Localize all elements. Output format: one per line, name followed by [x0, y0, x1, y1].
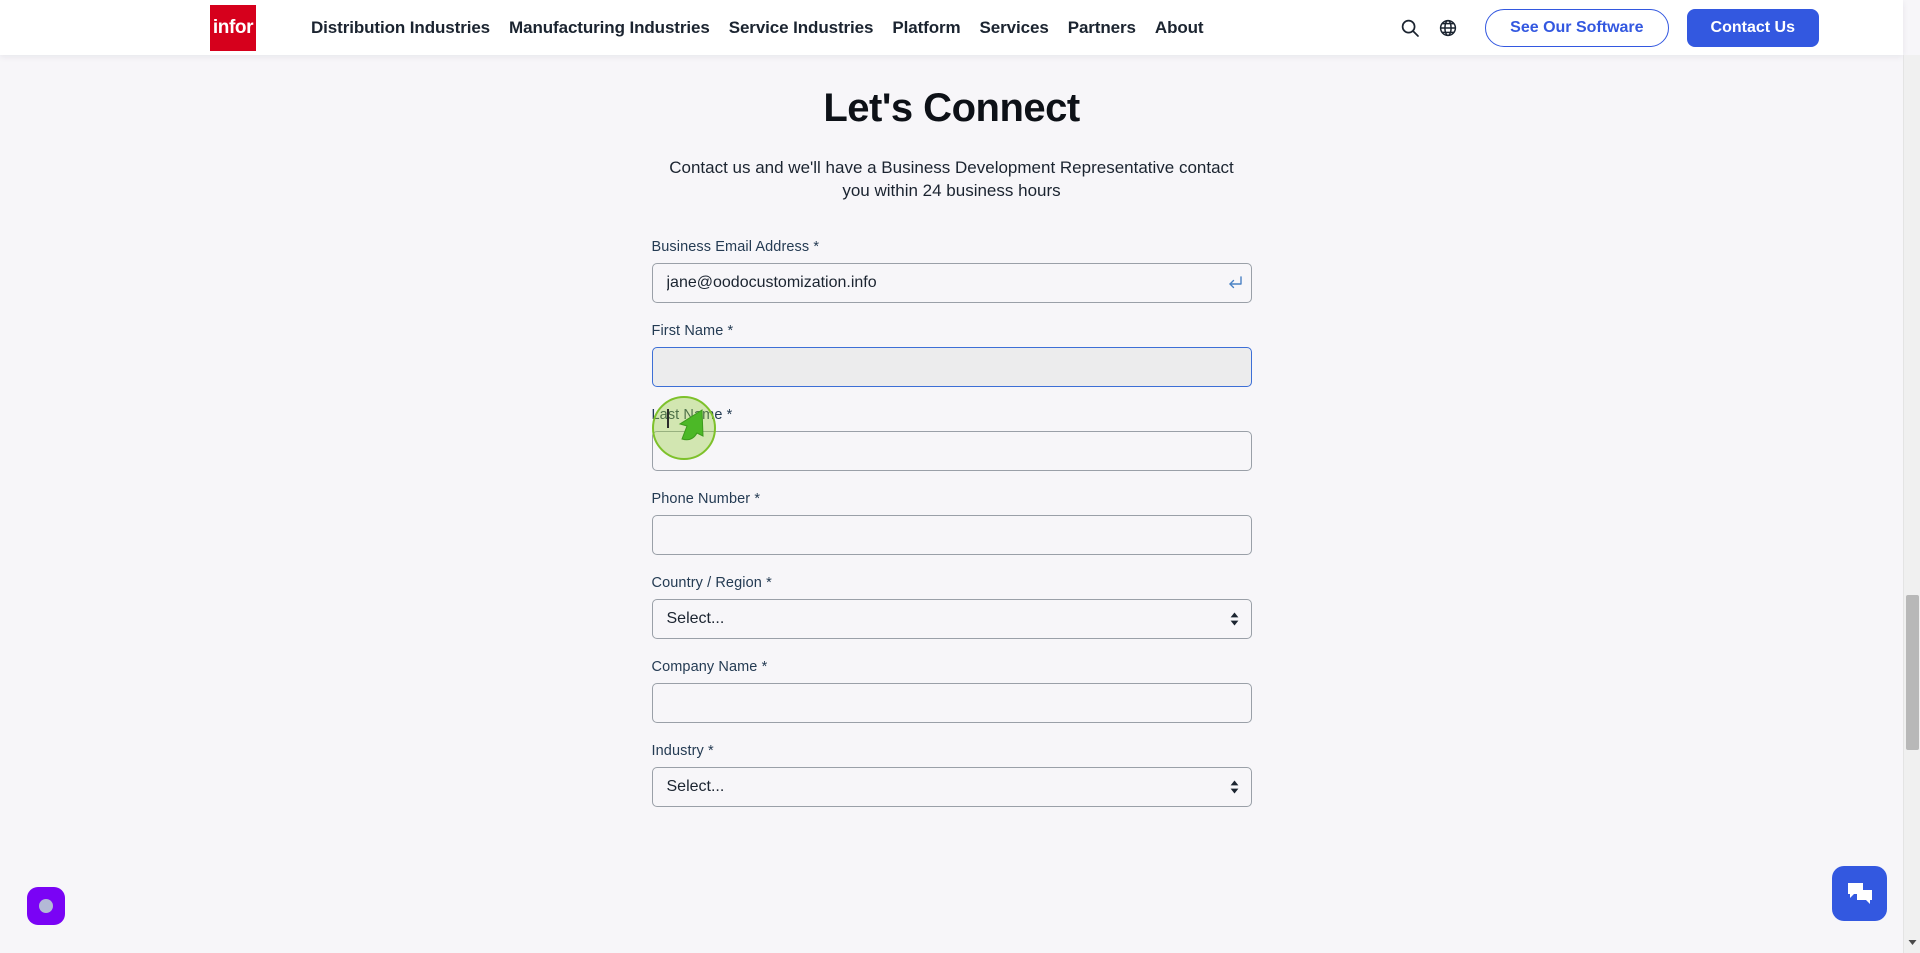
nav-item-distribution-industries[interactable]: Distribution Industries	[311, 18, 490, 38]
label-text: Phone Number	[651, 490, 751, 507]
select-wrap-country-region: Select...	[651, 598, 1252, 639]
first-name-input[interactable]	[651, 346, 1252, 387]
scroll-down-arrow-icon[interactable]	[1904, 934, 1920, 950]
widget-dot-icon	[39, 899, 53, 913]
required-marker: *	[727, 322, 734, 339]
label-last-name: Last Name *	[652, 407, 1252, 423]
nav-item-partners[interactable]: Partners	[1068, 18, 1136, 38]
page-body: Let's Connect Contact us and we'll have …	[0, 55, 1903, 953]
required-marker: *	[766, 574, 772, 591]
label-text: First Name	[651, 322, 724, 339]
nav-item-services[interactable]: Services	[980, 18, 1049, 38]
country-region-select[interactable]: Select...	[651, 598, 1252, 639]
label-first-name: First Name *	[652, 323, 1252, 339]
page-scrollbar[interactable]	[1903, 55, 1920, 953]
input-wrap-business-email	[651, 262, 1252, 303]
field-business-email: Business Email Address *	[651, 239, 1252, 303]
label-text: Business Email Address	[651, 238, 810, 255]
field-industry: Industry * Select...	[651, 743, 1252, 807]
main-navigation: Distribution Industries Manufacturing In…	[311, 18, 1204, 38]
label-text: Last Name	[651, 406, 723, 423]
label-country-region: Country / Region *	[652, 575, 1252, 591]
search-icon[interactable]	[1393, 11, 1427, 45]
nav-item-manufacturing-industries[interactable]: Manufacturing Industries	[509, 18, 710, 38]
nav-item-service-industries[interactable]: Service Industries	[729, 18, 874, 38]
input-wrap-last-name	[651, 430, 1252, 471]
select-wrap-industry: Select...	[651, 766, 1252, 807]
label-text: Country / Region	[651, 574, 762, 591]
label-phone-number: Phone Number *	[652, 491, 1252, 507]
field-company-name: Company Name *	[651, 659, 1252, 723]
page-subtitle: Contact us and we'll have a Business Dev…	[669, 158, 1234, 201]
infor-logo[interactable]: infor	[210, 4, 256, 51]
page-title: Let's Connect	[823, 86, 1080, 130]
required-marker: *	[761, 658, 768, 675]
contact-us-button[interactable]: Contact Us	[1686, 8, 1819, 47]
company-name-input[interactable]	[651, 682, 1252, 723]
input-wrap-first-name	[651, 346, 1252, 387]
industry-select[interactable]: Select...	[651, 766, 1252, 807]
accessibility-widget-button[interactable]	[27, 887, 65, 925]
nav-item-about[interactable]: About	[1155, 18, 1204, 38]
phone-number-input[interactable]	[651, 514, 1252, 555]
last-name-input[interactable]	[651, 430, 1252, 471]
field-phone-number: Phone Number *	[651, 491, 1252, 555]
label-industry: Industry *	[652, 743, 1252, 759]
business-email-input[interactable]	[651, 262, 1252, 303]
field-first-name: First Name *	[651, 323, 1252, 387]
required-marker: *	[754, 490, 761, 507]
required-marker: *	[708, 742, 714, 759]
header-actions: See Our Software Contact Us	[1393, 8, 1819, 47]
field-last-name: Last Name *	[651, 407, 1252, 471]
label-business-email: Business Email Address *	[652, 239, 1252, 255]
input-wrap-company-name	[651, 682, 1252, 723]
label-text: Company Name	[651, 658, 758, 675]
logo-text: infor	[212, 17, 254, 38]
required-marker: *	[813, 238, 820, 255]
label-text: Industry	[651, 742, 704, 759]
chat-bubbles-icon	[1847, 882, 1872, 904]
contact-form: Business Email Address * First Na	[651, 239, 1252, 807]
required-marker: *	[726, 406, 733, 423]
label-company-name: Company Name *	[652, 659, 1252, 675]
nav-item-platform[interactable]: Platform	[892, 18, 960, 38]
see-our-software-button[interactable]: See Our Software	[1485, 8, 1669, 47]
site-header: infor Distribution Industries Manufactur…	[0, 0, 1903, 55]
globe-icon[interactable]	[1431, 11, 1465, 45]
scrollbar-thumb[interactable]	[1906, 595, 1919, 750]
chat-widget-button[interactable]	[1832, 866, 1887, 921]
field-country-region: Country / Region * Select...	[651, 575, 1252, 639]
input-wrap-phone-number	[651, 514, 1252, 555]
content-column: Let's Connect Contact us and we'll have …	[651, 55, 1252, 807]
